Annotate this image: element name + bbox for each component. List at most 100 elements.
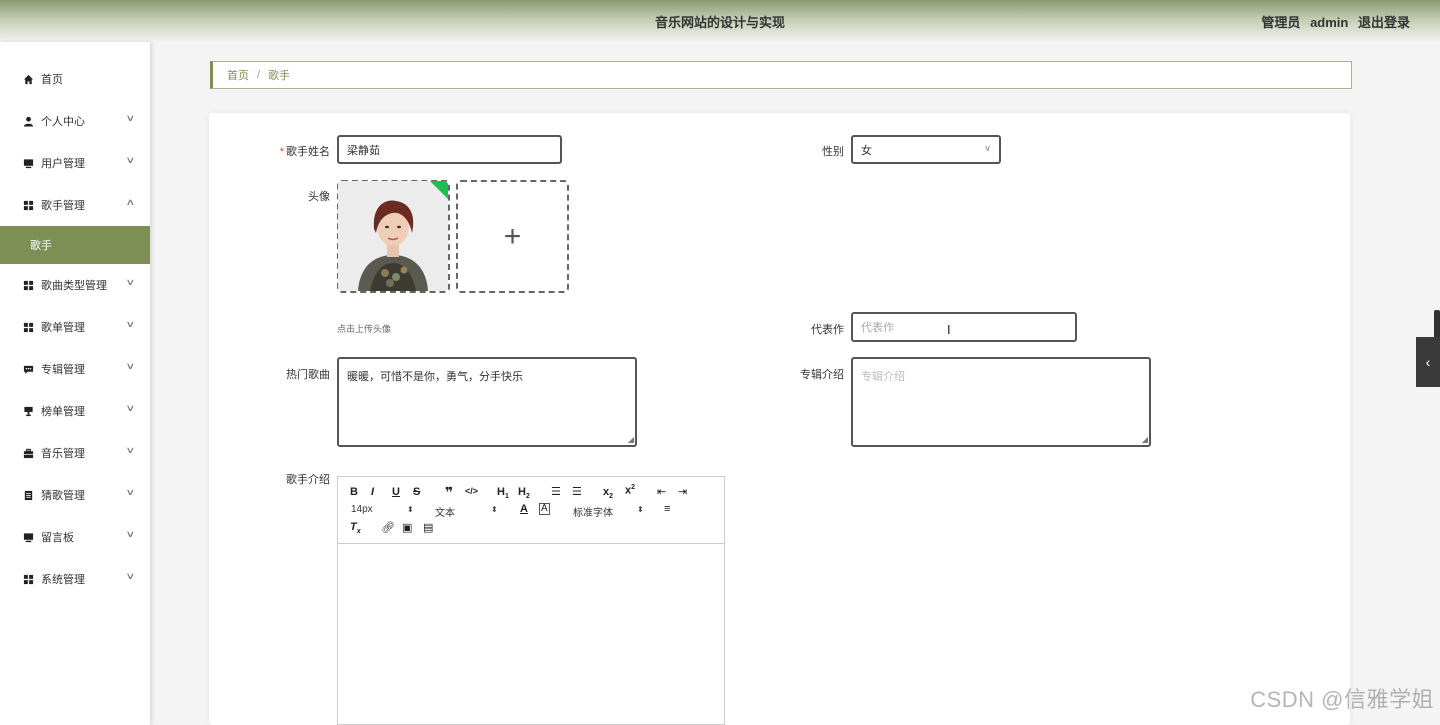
plus-icon: + <box>503 219 522 253</box>
font-size-value: 14px <box>351 504 373 515</box>
resize-handle-icon[interactable]: ◢ <box>628 435 634 444</box>
updown-icon: ⬍ <box>637 505 644 514</box>
trophy-icon <box>22 405 34 417</box>
background-color-icon[interactable]: A <box>539 503 550 515</box>
chevron-down-icon: ∨ <box>125 361 136 371</box>
gender-select[interactable]: 女 ∨ <box>851 135 1001 164</box>
sidebar-item-home[interactable]: 首页 <box>0 58 150 100</box>
outdent-icon[interactable]: ⇤ <box>657 485 666 498</box>
sidebar-item-label: 首页 <box>41 74 63 86</box>
clear-format-icon[interactable]: Tx <box>350 521 361 535</box>
side-panel-toggle[interactable]: ‹ <box>1416 337 1440 387</box>
editor-content-area[interactable] <box>338 544 724 725</box>
sidebar-item-label: 榜单管理 <box>41 406 85 418</box>
album-intro-placeholder: 专辑介绍 <box>861 371 905 383</box>
sidebar-item-profile[interactable]: 个人中心 ∨ <box>0 100 150 142</box>
sidebar-item-messages[interactable]: 留言板 ∨ <box>0 516 150 558</box>
hot-songs-label: 热门歌曲 <box>286 369 330 381</box>
chevron-down-icon: ∨ <box>984 143 991 153</box>
underline-icon[interactable]: U <box>392 486 400 498</box>
text-type-value: 文本 <box>435 508 455 519</box>
sidebar-item-users[interactable]: 用户管理 ∨ <box>0 142 150 184</box>
chevron-left-icon: ‹ <box>1425 354 1431 370</box>
grid-icon <box>22 321 34 333</box>
sidebar: 首页 个人中心 ∨ 用户管理 ∨ 歌手管理 ∧ 歌手 歌曲类型管理 ∨ 歌单管理… <box>0 42 150 725</box>
sidebar-item-label: 留言板 <box>41 532 74 544</box>
sidebar-item-music[interactable]: 音乐管理 ∨ <box>0 432 150 474</box>
logout-button[interactable]: 退出登录 <box>1358 15 1410 30</box>
heading2-icon[interactable]: H2 <box>518 486 530 500</box>
chevron-down-icon: ∨ <box>125 155 136 165</box>
blockquote-icon[interactable]: ❞ <box>445 484 453 501</box>
bold-icon[interactable]: B <box>350 486 358 498</box>
updown-icon: ⬍ <box>491 505 498 514</box>
superscript-icon[interactable]: x2 <box>625 484 635 497</box>
strikethrough-icon[interactable]: S <box>413 486 420 498</box>
document-icon <box>22 489 34 501</box>
sidebar-item-system[interactable]: 系统管理 ∨ <box>0 558 150 600</box>
grid-icon <box>22 573 34 585</box>
user-icon <box>22 115 34 127</box>
briefcase-icon <box>22 447 34 459</box>
text-cursor-icon: I <box>947 322 951 337</box>
works-label: 代表作 <box>811 324 844 336</box>
breadcrumb-separator: / <box>257 69 261 81</box>
resize-handle-icon[interactable]: ◢ <box>1142 435 1148 444</box>
video-icon[interactable]: ▤ <box>423 521 433 534</box>
italic-icon[interactable]: I <box>371 486 374 498</box>
ordered-list-icon[interactable]: ☰ <box>551 485 561 498</box>
font-family-select[interactable]: 标准字体 ⬍ <box>573 504 647 519</box>
sidebar-item-label: 歌单管理 <box>41 322 85 334</box>
sidebar-item-playlists[interactable]: 歌单管理 ∨ <box>0 306 150 348</box>
sidebar-item-charts[interactable]: 榜单管理 ∨ <box>0 390 150 432</box>
breadcrumb-home[interactable]: 首页 <box>227 67 249 83</box>
subscript-icon[interactable]: x2 <box>603 486 613 500</box>
avatar-label: 头像 <box>308 191 330 203</box>
sidebar-item-label: 猜歌管理 <box>41 490 85 502</box>
rich-text-editor: B I U S ❞ </> H1 H2 ☰ ☰ x2 x2 ⇤ ⇥ 14px ⬍… <box>337 476 725 725</box>
works-input[interactable]: 代表作 <box>851 312 1077 342</box>
album-intro-textarea[interactable]: 专辑介绍 ◢ <box>851 357 1151 447</box>
album-intro-label: 专辑介绍 <box>800 369 844 381</box>
sidebar-item-albums[interactable]: 专辑管理 ∨ <box>0 348 150 390</box>
sidebar-subitem-singer[interactable]: 歌手 <box>0 226 150 264</box>
updown-icon: ⬍ <box>407 505 414 514</box>
sidebar-item-label: 专辑管理 <box>41 364 85 376</box>
sidebar-item-guess[interactable]: 猜歌管理 ∨ <box>0 474 150 516</box>
sidebar-item-label: 系统管理 <box>41 574 85 586</box>
bullet-list-icon[interactable]: ☰ <box>572 485 582 498</box>
home-icon <box>22 73 34 85</box>
monitor-icon <box>22 157 34 169</box>
link-icon[interactable]: 🔗︎ <box>381 521 395 534</box>
breadcrumb-current: 歌手 <box>268 70 291 82</box>
singer-name-input[interactable]: 梁静茹 <box>337 135 562 164</box>
sidebar-item-song-types[interactable]: 歌曲类型管理 ∨ <box>0 264 150 306</box>
font-color-icon[interactable]: A <box>520 503 528 515</box>
gender-label: 性别 <box>822 146 844 158</box>
chevron-down-icon: ∨ <box>125 319 136 329</box>
grid-icon <box>22 279 34 291</box>
text-type-select[interactable]: 文本 ⬍ <box>435 504 499 519</box>
breadcrumb: 首页 / 歌手 <box>210 61 1352 89</box>
sidebar-item-singers[interactable]: 歌手管理 ∧ <box>0 184 150 226</box>
hot-songs-textarea[interactable]: 暖暖，可惜不是你，勇气，分手快乐 ◢ <box>337 357 637 447</box>
app-title: 音乐网站的设计与实现 <box>654 15 785 30</box>
avatar-upload-button[interactable]: + <box>456 180 569 293</box>
heading1-icon[interactable]: H1 <box>497 486 509 500</box>
align-left-icon[interactable]: ≡ <box>664 503 670 515</box>
user-name: admin <box>1310 15 1349 30</box>
sidebar-item-label: 音乐管理 <box>41 448 85 460</box>
sidebar-item-label: 歌手管理 <box>41 200 85 212</box>
chevron-down-icon: ∨ <box>125 113 136 123</box>
chevron-down-icon: ∨ <box>125 445 136 455</box>
sidebar-item-label: 歌曲类型管理 <box>41 280 107 292</box>
image-icon[interactable]: ▣ <box>402 521 412 534</box>
chevron-down-icon: ∨ <box>125 487 136 497</box>
editor-toolbar: B I U S ❞ </> H1 H2 ☰ ☰ x2 x2 ⇤ ⇥ 14px ⬍… <box>338 477 724 544</box>
watermark: CSDN @信雅学姐 <box>1250 687 1434 712</box>
font-size-select[interactable]: 14px ⬍ <box>351 504 417 515</box>
indent-icon[interactable]: ⇥ <box>678 485 687 498</box>
code-icon[interactable]: </> <box>465 486 478 496</box>
chevron-down-icon: ∨ <box>125 529 136 539</box>
avatar-image <box>338 181 448 291</box>
